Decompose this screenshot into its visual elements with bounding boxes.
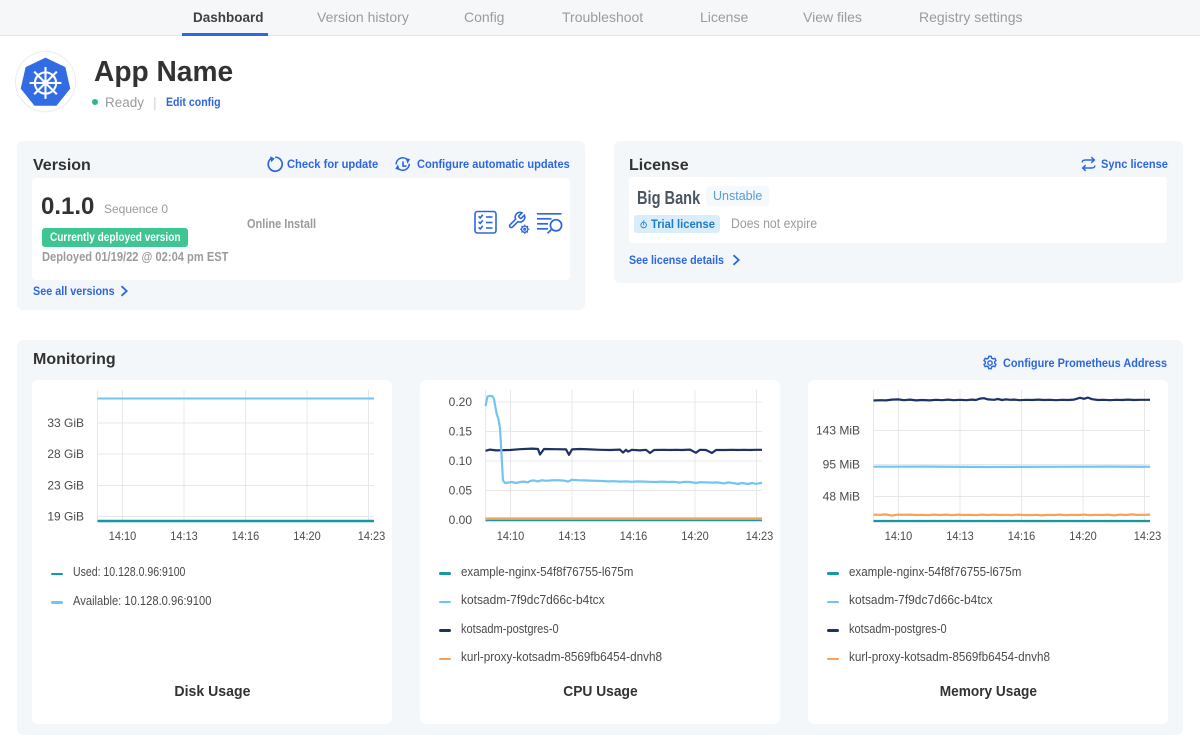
svg-text:48 MiB: 48 MiB: [823, 490, 860, 504]
svg-text:0.20: 0.20: [449, 395, 473, 409]
svg-text:0.10: 0.10: [449, 454, 473, 468]
svg-text:14:20: 14:20: [293, 529, 321, 543]
svg-text:0.00: 0.00: [449, 513, 473, 527]
svg-text:0.05: 0.05: [449, 484, 473, 498]
svg-text:14:23: 14:23: [746, 529, 774, 543]
svg-text:14:20: 14:20: [681, 529, 709, 543]
svg-text:14:20: 14:20: [1069, 529, 1097, 543]
svg-text:0.15: 0.15: [449, 425, 473, 439]
svg-text:14:10: 14:10: [497, 529, 525, 543]
svg-text:14:13: 14:13: [170, 529, 198, 543]
svg-text:23 GiB: 23 GiB: [47, 479, 84, 493]
svg-text:19 GiB: 19 GiB: [47, 510, 84, 524]
svg-text:14:13: 14:13: [558, 529, 586, 543]
svg-text:28 GiB: 28 GiB: [47, 447, 84, 461]
svg-text:14:16: 14:16: [620, 529, 648, 543]
svg-text:14:10: 14:10: [885, 529, 913, 543]
svg-text:14:10: 14:10: [109, 529, 137, 543]
svg-text:95 MiB: 95 MiB: [823, 458, 860, 472]
svg-text:14:23: 14:23: [358, 529, 386, 543]
svg-text:14:16: 14:16: [1008, 529, 1036, 543]
svg-text:33 GiB: 33 GiB: [47, 416, 84, 430]
svg-text:14:13: 14:13: [946, 529, 974, 543]
svg-text:14:23: 14:23: [1134, 529, 1162, 543]
svg-text:14:16: 14:16: [232, 529, 260, 543]
svg-text:143 MiB: 143 MiB: [816, 424, 860, 438]
